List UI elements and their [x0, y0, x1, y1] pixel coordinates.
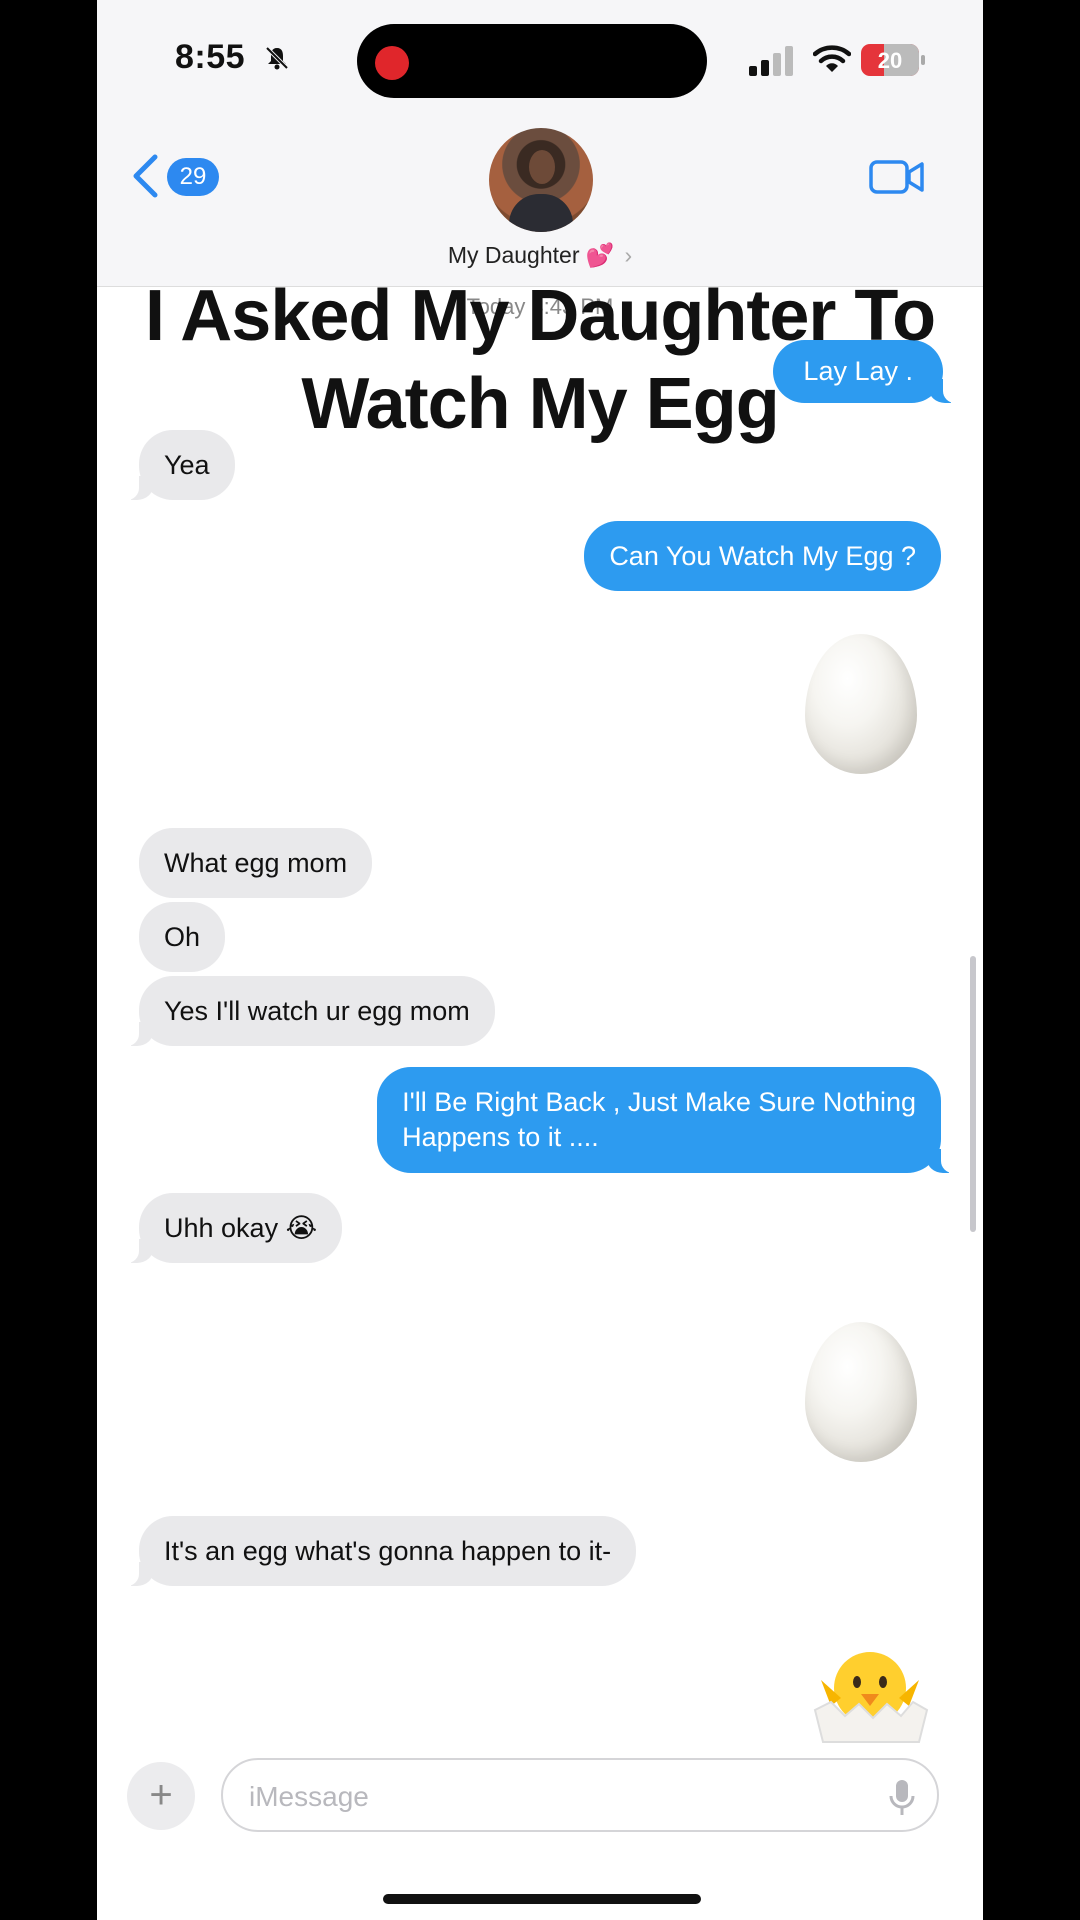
message-text: Uhh okay 😭: [164, 1213, 318, 1243]
egg-emoji-icon[interactable]: [805, 634, 917, 774]
contact-name-label[interactable]: My Daughter 💕: [448, 242, 615, 268]
imessage-input-field[interactable]: [221, 1758, 939, 1832]
message-bubble-outgoing[interactable]: I'll Be Right Back , Just Make Sure Noth…: [377, 1067, 963, 1173]
message-text: What egg mom: [164, 848, 348, 878]
message-bubble-incoming[interactable]: Yea: [117, 430, 235, 500]
chevron-right-icon: ›: [624, 242, 633, 268]
egg-emoji-icon[interactable]: [805, 1322, 917, 1462]
message-text: It's an egg what's gonna happen to it-: [164, 1536, 612, 1566]
message-bubble-incoming[interactable]: Oh: [139, 902, 226, 972]
unread-count-badge[interactable]: 29: [167, 158, 219, 196]
hatching-chick-icon[interactable]: [795, 1636, 945, 1746]
home-indicator[interactable]: [383, 1894, 701, 1904]
plus-apps-button[interactable]: +: [127, 1762, 195, 1830]
status-time: 8:55: [175, 38, 246, 76]
message-bubble-incoming[interactable]: Yes I'll watch ur egg mom: [117, 976, 495, 1046]
battery-icon: 20: [861, 44, 927, 76]
message-text: Yes I'll watch ur egg mom: [164, 996, 470, 1026]
video-call-icon[interactable]: [869, 158, 925, 196]
microphone-icon[interactable]: [887, 1778, 917, 1818]
phone-screen: 29 My Daughter 💕 › 8:55 20 Today 3:43 PM…: [97, 0, 983, 1920]
wifi-icon: [813, 45, 851, 72]
message-text: Can You Watch My Egg ?: [609, 541, 916, 571]
dynamic-island: [357, 24, 707, 98]
message-bubble-incoming[interactable]: It's an egg what's gonna happen to it-: [116, 1516, 637, 1586]
silent-bell-icon: [265, 46, 289, 70]
battery-level: 20: [877, 48, 903, 73]
contact-name[interactable]: My Daughter 💕 ›: [97, 242, 983, 269]
back-chevron-icon[interactable]: [131, 154, 159, 198]
contact-avatar[interactable]: [489, 128, 593, 232]
message-text: Yea: [164, 450, 210, 480]
scrollbar[interactable]: [970, 956, 976, 1232]
message-bubble-incoming[interactable]: Uhh okay 😭: [116, 1193, 343, 1263]
message-bubble-incoming[interactable]: What egg mom: [139, 828, 373, 898]
message-text: I'll Be Right Back , Just Make Sure Noth…: [402, 1087, 916, 1117]
message-text: Happens to it ....: [402, 1122, 599, 1152]
video-caption-overlay: I Asked My Daughter To Watch My Egg: [97, 272, 983, 448]
cellular-signal-icon: [749, 46, 793, 76]
caption-line: Watch My Egg: [301, 364, 779, 444]
recording-indicator-icon: [375, 46, 409, 80]
message-input[interactable]: [247, 1772, 851, 1822]
message-bubble-outgoing[interactable]: Can You Watch My Egg ?: [584, 521, 941, 591]
caption-line: I Asked My Daughter To: [144, 276, 936, 356]
message-text: Oh: [164, 922, 201, 952]
